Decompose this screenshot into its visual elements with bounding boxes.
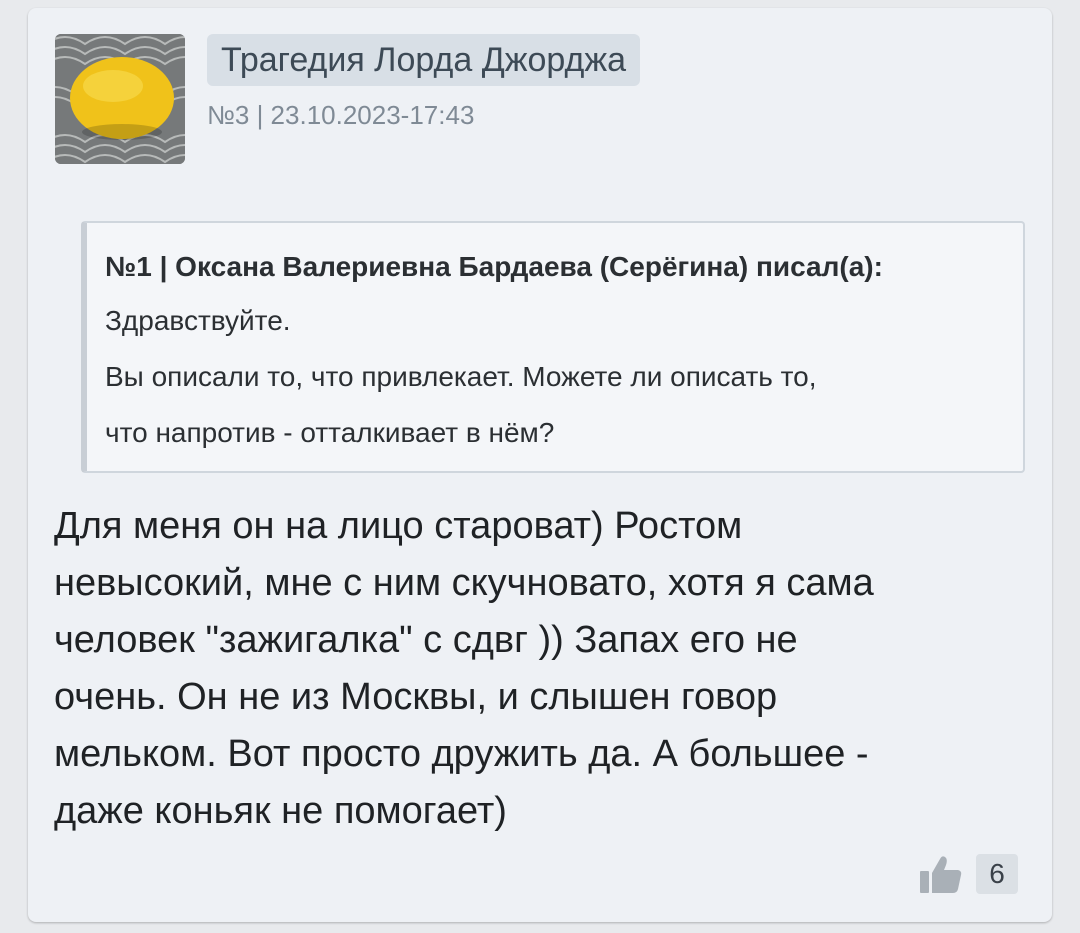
post-body-line: невысокий, мне с ним скучновато, хотя я … xyxy=(54,562,874,604)
quoted-message: №1 | Оксана Валериевна Бардаева (Серёгин… xyxy=(81,221,1025,473)
thumbs-up-icon[interactable] xyxy=(918,853,964,895)
post-body: Для меня он на лицо староват) Ростом нев… xyxy=(54,498,1024,840)
quote-line: что напротив - отталкивает в нём? xyxy=(105,417,555,448)
post-meta: №3 | 23.10.2023-17:43 xyxy=(207,100,475,130)
like-area: 6 xyxy=(918,853,1018,895)
quote-line: Здравствуйте. xyxy=(105,305,291,336)
post-body-line: человек "зажигалка" с сдвг )) Запах его … xyxy=(54,619,798,661)
like-count[interactable]: 6 xyxy=(976,854,1018,894)
author-name[interactable]: Трагедия Лорда Джорджа xyxy=(207,34,641,86)
quote-line: Вы описали то, что привлекает. Можете ли… xyxy=(105,361,817,392)
post-body-line: мельком. Вот просто дружить да. А больше… xyxy=(54,733,869,775)
post-body-line: даже коньяк не помогает) xyxy=(54,790,507,832)
quote-header: №1 | Оксана Валериевна Бардаева (Серёгин… xyxy=(105,251,883,282)
post-body-line: очень. Он не из Москвы, и слышен говор xyxy=(54,676,778,718)
post-card: Трагедия Лорда Джорджа №3 | 23.10.2023-1… xyxy=(28,8,1052,922)
author-avatar[interactable] xyxy=(55,34,185,164)
post-body-line: Для меня он на лицо староват) Ростом xyxy=(54,505,743,547)
lemon-avatar-image xyxy=(55,34,185,164)
